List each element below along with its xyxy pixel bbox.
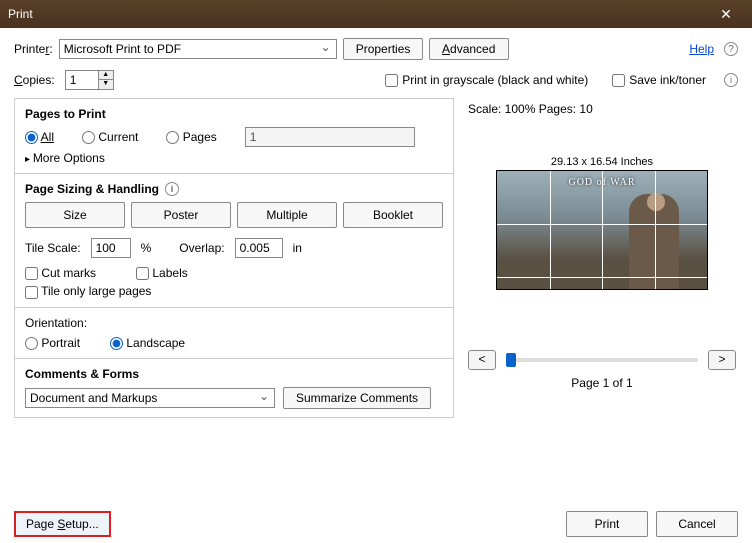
radio-all[interactable]: All bbox=[25, 130, 54, 144]
pages-range-input bbox=[245, 127, 415, 147]
comments-select[interactable]: Document and Markups bbox=[25, 388, 275, 408]
window-title: Print bbox=[8, 7, 708, 21]
cancel-button[interactable]: Cancel bbox=[656, 511, 738, 537]
radio-portrait[interactable]: Portrait bbox=[25, 336, 80, 350]
info-icon-sizing[interactable]: i bbox=[165, 182, 179, 196]
multiple-button[interactable]: Multiple bbox=[237, 202, 337, 228]
grayscale-checkbox[interactable]: Print in grayscale (black and white) bbox=[385, 73, 588, 87]
copies-row: Copies: ▲▼ Print in grayscale (black and… bbox=[14, 70, 738, 90]
sizing-title: Page Sizing & Handling i bbox=[25, 182, 443, 196]
info-icon[interactable]: i bbox=[724, 73, 738, 87]
orientation-title: Orientation: bbox=[25, 316, 443, 330]
saveink-checkbox[interactable]: Save ink/toner bbox=[612, 73, 706, 87]
properties-button[interactable]: Properties bbox=[343, 38, 423, 60]
tile-scale-label: Tile Scale: bbox=[25, 241, 81, 255]
overlap-input[interactable] bbox=[235, 238, 283, 258]
overlap-label: Overlap: bbox=[179, 241, 224, 255]
advanced-button[interactable]: Advanced bbox=[429, 38, 509, 60]
dimensions-label: 29.13 x 16.54 Inches bbox=[468, 156, 736, 168]
saveink-label: Save ink/toner bbox=[629, 73, 706, 87]
page-setup-button[interactable]: Page Setup... bbox=[14, 511, 111, 537]
summarize-button[interactable]: Summarize Comments bbox=[283, 387, 431, 409]
close-icon[interactable]: ✕ bbox=[708, 6, 744, 23]
printer-select[interactable]: Microsoft Print to PDF bbox=[59, 39, 337, 59]
printer-label: Printer: bbox=[14, 42, 53, 56]
pages-to-print-panel: Pages to Print All Current Pages More Op… bbox=[14, 98, 454, 174]
copies-input[interactable] bbox=[65, 70, 99, 90]
percent-label: % bbox=[141, 241, 152, 255]
next-page-button[interactable]: > bbox=[708, 350, 736, 370]
help-icon[interactable]: ? bbox=[724, 42, 738, 56]
tile-scale-input[interactable] bbox=[91, 238, 131, 258]
comments-panel: Comments & Forms Document and Markups Su… bbox=[14, 359, 454, 418]
cutmarks-checkbox[interactable]: Cut marks bbox=[25, 266, 96, 280]
copies-spinner[interactable]: ▲▼ bbox=[99, 70, 114, 90]
poster-button[interactable]: Poster bbox=[131, 202, 231, 228]
titlebar: Print ✕ bbox=[0, 0, 752, 28]
preview-column: Scale: 100% Pages: 10 29.13 x 16.54 Inch… bbox=[462, 98, 738, 501]
page-slider[interactable] bbox=[506, 358, 698, 362]
pages-title: Pages to Print bbox=[25, 107, 443, 121]
print-button[interactable]: Print bbox=[566, 511, 648, 537]
radio-current[interactable]: Current bbox=[82, 130, 138, 144]
comments-title: Comments & Forms bbox=[25, 367, 443, 381]
preview-image: GOD of WAR bbox=[496, 170, 708, 290]
sizing-panel: Page Sizing & Handling i Size Poster Mul… bbox=[14, 174, 454, 308]
radio-pages[interactable]: Pages bbox=[166, 130, 216, 144]
radio-landscape[interactable]: Landscape bbox=[110, 336, 185, 350]
prev-page-button[interactable]: < bbox=[468, 350, 496, 370]
scale-pages-info: Scale: 100% Pages: 10 bbox=[468, 102, 736, 116]
copies-label: Copies: bbox=[14, 73, 55, 87]
help-link[interactable]: Help bbox=[689, 42, 714, 56]
grayscale-label: Print in grayscale (black and white) bbox=[402, 73, 588, 87]
page-of-label: Page 1 of 1 bbox=[468, 376, 736, 390]
orientation-panel: Orientation: Portrait Landscape bbox=[14, 308, 454, 359]
booklet-button[interactable]: Booklet bbox=[343, 202, 443, 228]
tilelarge-checkbox[interactable]: Tile only large pages bbox=[25, 284, 151, 298]
more-options[interactable]: More Options bbox=[25, 151, 443, 165]
labels-checkbox[interactable]: Labels bbox=[136, 266, 188, 280]
size-button[interactable]: Size bbox=[25, 202, 125, 228]
overlap-unit: in bbox=[293, 241, 302, 255]
printer-row: Printer: Microsoft Print to PDF Properti… bbox=[14, 38, 738, 60]
